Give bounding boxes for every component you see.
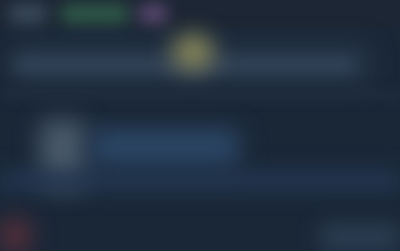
panel-row <box>0 170 400 192</box>
highlight-icon <box>172 34 214 70</box>
avatar-icon[interactable] <box>138 4 168 24</box>
section-divider <box>0 92 400 98</box>
content-card[interactable] <box>90 128 240 168</box>
badge-icon[interactable] <box>0 220 30 251</box>
app-icon[interactable] <box>8 4 48 24</box>
blurred-ui-screen <box>0 0 400 251</box>
footer-control[interactable] <box>320 224 400 251</box>
tab-icon[interactable] <box>60 4 130 24</box>
